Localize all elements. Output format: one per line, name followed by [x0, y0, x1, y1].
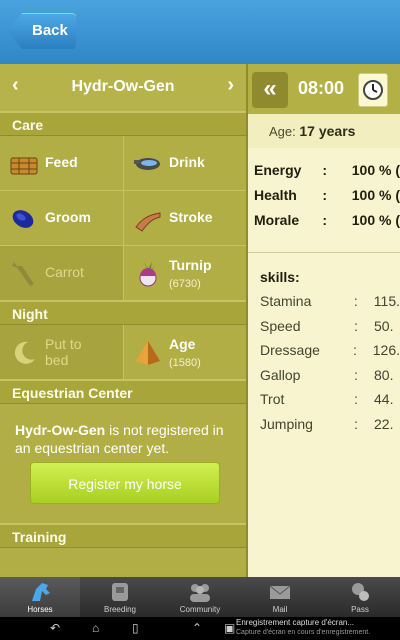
horse-icon — [32, 583, 50, 601]
tab-mail[interactable]: Mail — [240, 577, 320, 617]
horse-name: Hydr-Ow-Gen — [71, 78, 175, 95]
notification-subtitle: Capture d'écran en cours d'enregistremen… — [236, 629, 371, 636]
tab-community[interactable]: Community — [160, 577, 240, 617]
age-label: Age — [169, 336, 196, 352]
age-count: (1580) — [169, 357, 201, 369]
screenshot-notification: Enregistrement capture d'écran... Captur… — [236, 618, 400, 638]
home-nav-icon[interactable]: ⌂ — [92, 621, 99, 635]
tab-mail-label: Mail — [272, 605, 288, 614]
skill-stamina: Stamina:115. — [260, 293, 400, 309]
clock-icon — [363, 80, 383, 100]
clock-button[interactable] — [358, 73, 388, 107]
feed-button[interactable]: Feed — [0, 136, 124, 191]
hand-icon — [135, 212, 161, 232]
put-to-bed-button[interactable]: Put to bed — [0, 325, 124, 380]
put-to-bed-label: Put to bed — [45, 336, 82, 368]
turnip-icon — [139, 262, 157, 287]
register-horse-button[interactable]: Register my horse — [30, 462, 220, 504]
stroke-button[interactable]: Stroke — [124, 191, 246, 246]
care-grid: Feed Drink Groom Stroke Carrot Turnip (6… — [0, 136, 246, 301]
equestrian-horse-name: Hydr-Ow-Gen — [15, 422, 106, 438]
brush-icon — [12, 210, 34, 228]
section-training: Training — [0, 524, 246, 548]
turnip-label: Turnip — [169, 257, 212, 273]
age-value: 17 years — [299, 123, 356, 139]
system-nav-bar: ↶ ⌂ ▯ ⌃ ▣ Enregistrement capture d'écran… — [0, 617, 400, 640]
carrot-icon — [12, 262, 34, 286]
mail-icon — [269, 585, 291, 599]
training-row — [0, 548, 246, 573]
section-care: Care — [0, 112, 246, 136]
pyramid-icon — [136, 341, 160, 365]
skills-title: skills: — [260, 269, 300, 285]
drink-label: Drink — [169, 154, 205, 170]
stat-energy: Energy:100 % ( — [254, 162, 400, 178]
tab-breeding[interactable]: Breeding — [80, 577, 160, 617]
top-bar: Back — [0, 0, 400, 64]
tab-pass[interactable]: Pass — [320, 577, 400, 617]
status-header: « 08:00 — [248, 64, 400, 114]
section-night: Night — [0, 301, 246, 325]
tab-horses[interactable]: Horses — [0, 577, 80, 617]
stroke-label: Stroke — [169, 209, 213, 225]
skill-dressage: Dressage:126. — [260, 342, 400, 359]
stat-health: Health:100 % ( — [254, 187, 400, 203]
turnip-button[interactable]: Turnip (6730) — [124, 246, 246, 301]
night-grid: Put to bed Age (1580) — [0, 325, 246, 380]
bottom-tab-bar: Horses Breeding Community Mail Pass — [0, 577, 400, 617]
hay-bale-icon — [10, 157, 38, 175]
groom-button[interactable]: Groom — [0, 191, 124, 246]
age-row: Age: 17 years — [248, 114, 400, 148]
skill-jumping: Jumping:22. — [260, 415, 394, 432]
age-button[interactable]: Age (1580) — [124, 325, 246, 380]
equestrian-message: Hydr-Ow-Gen is not registered in an eque… — [15, 421, 235, 457]
back-button[interactable]: Back — [8, 13, 76, 49]
skills-block: skills: Stamina:115. Speed:50. Dressage:… — [248, 253, 400, 577]
turnip-count: (6730) — [169, 278, 201, 290]
notification-title: Enregistrement capture d'écran... — [236, 618, 355, 627]
screenshot-icon: ▣ — [224, 621, 236, 635]
horse-header: ‹ Hydr-Ow-Gen › — [0, 64, 246, 112]
moon-icon — [14, 341, 35, 364]
community-icon — [190, 584, 210, 602]
stat-morale: Morale:100 % ( — [254, 212, 400, 228]
breeding-icon — [112, 583, 128, 601]
tab-pass-label: Pass — [351, 605, 369, 614]
chevron-up-icon[interactable]: ⌃ — [192, 621, 202, 635]
skill-gallop: Gallop:80. — [260, 366, 394, 383]
stats-block: Energy:100 % ( Health:100 % ( Morale:100… — [248, 148, 400, 253]
carrot-label: Carrot — [45, 264, 84, 280]
equestrian-box: Hydr-Ow-Gen is not registered in an eque… — [0, 404, 246, 524]
actions-panel: ‹ Hydr-Ow-Gen › Care Feed Drink Groom St… — [0, 64, 246, 577]
pass-icon — [352, 583, 369, 601]
age-label-text: Age: — [269, 124, 296, 139]
back-nav-icon[interactable]: ↶ — [50, 621, 60, 635]
tab-horses-label: Horses — [27, 605, 53, 614]
feed-label: Feed — [45, 154, 78, 170]
status-panel: « 08:00 Age: 17 years Energy:100 % ( Hea… — [246, 64, 400, 577]
recents-nav-icon[interactable]: ▯ — [132, 621, 139, 635]
tab-breeding-label: Breeding — [103, 605, 137, 614]
carrot-button[interactable]: Carrot — [0, 246, 124, 301]
drink-button[interactable]: Drink — [124, 136, 246, 191]
chevron-right-icon[interactable]: › — [227, 74, 234, 97]
skill-trot: Trot:44. — [260, 391, 394, 408]
tab-community-label: Community — [179, 605, 221, 614]
water-bowl-icon — [134, 158, 160, 170]
game-time: 08:00 — [298, 78, 345, 98]
groom-label: Groom — [45, 209, 91, 225]
section-equestrian: Equestrian Center — [0, 380, 246, 404]
skill-speed: Speed:50. — [260, 317, 394, 334]
double-chevron-left-icon[interactable]: « — [252, 72, 288, 108]
